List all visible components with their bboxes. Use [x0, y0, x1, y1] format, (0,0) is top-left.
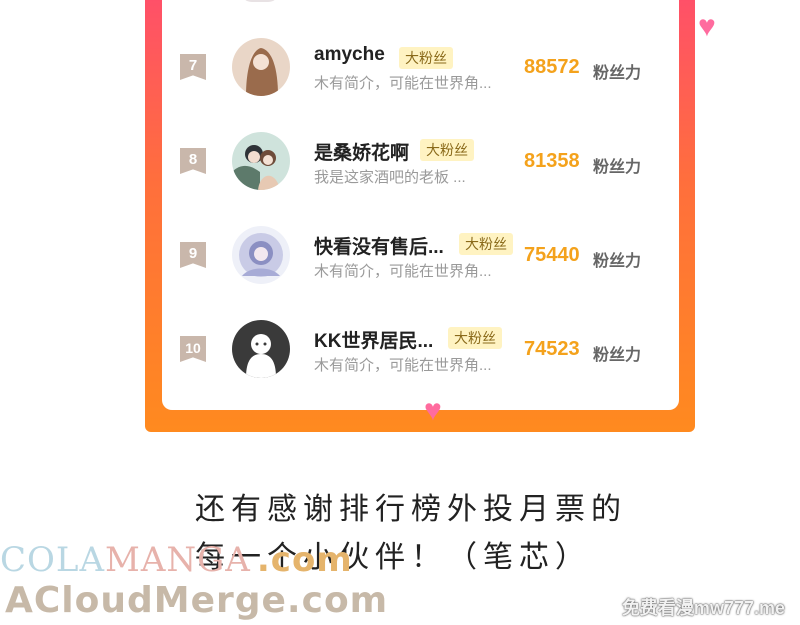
avatar[interactable]: [232, 132, 290, 190]
fan-power-label: 粉丝力: [593, 65, 642, 82]
fan-bio: 木有简介，可能在世界角...: [314, 357, 492, 374]
fan-name[interactable]: KK世界居民...: [314, 326, 433, 353]
rank-badge: 10: [180, 336, 206, 362]
rank-badge: 7: [180, 54, 206, 80]
fan-power-count: 88572: [524, 56, 580, 78]
fan-bio: 木有简介，可能在世界角...: [314, 263, 492, 280]
watermark-cola: COLA: [0, 540, 106, 580]
fan-row[interactable]: 10 KK世界居民... 大粉丝 木有简介，可能在世界角... 74523 粉丝…: [0, 310, 800, 390]
avatar[interactable]: [232, 226, 290, 284]
fan-name[interactable]: amyche: [314, 44, 385, 66]
fan-row[interactable]: 9 快看没有售后... 大粉丝 木有简介，可能在世界角... 75440 粉丝力: [0, 216, 800, 296]
fan-bio: 我是这家酒吧的老板 ...: [314, 169, 466, 186]
fan-power-label: 粉丝力: [593, 347, 642, 364]
heart-icon: ♥: [424, 394, 442, 427]
fan-name[interactable]: 是桑娇花啊: [314, 138, 409, 165]
watermark-acloudmerge: ACloudMerge.com: [5, 580, 389, 621]
watermark-mw777: 免费看漫mw777.me: [621, 598, 785, 618]
fan-name[interactable]: 快看没有售后...: [314, 232, 444, 259]
fan-level-badge: 大粉丝: [399, 47, 453, 69]
fan-power-count: 74523: [524, 338, 580, 360]
fan-level-badge: 大粉丝: [459, 233, 513, 255]
fan-row[interactable]: 7 amyche 大粉丝 木有简介，可能在世界角... 88572 粉丝力: [0, 28, 800, 108]
rank-badge: 9: [180, 242, 206, 268]
watermark-manga: MANGA: [105, 540, 251, 580]
fan-bio: 木有简介，可能在世界角...: [314, 75, 492, 92]
caption-line-1: 还有感谢排行榜外投月票的: [195, 492, 627, 527]
avatar[interactable]: [232, 38, 290, 96]
watermark-com: .com: [256, 540, 353, 580]
fan-power-label: 粉丝力: [593, 253, 642, 270]
fan-power-count: 81358: [524, 150, 580, 172]
fan-power-label: 粉丝力: [593, 159, 642, 176]
watermark-colamanga: COLAMANGA .com: [0, 540, 353, 580]
fan-row[interactable]: 8 是桑娇花啊 大粉丝 我是这家酒吧的老板 ... 81358 粉丝力: [0, 122, 800, 202]
fan-level-badge: 大粉丝: [420, 139, 474, 161]
fan-power-count: 75440: [524, 244, 580, 266]
rank-badge: 8: [180, 148, 206, 174]
fan-level-badge: 大粉丝: [448, 327, 502, 349]
avatar[interactable]: [232, 320, 290, 378]
